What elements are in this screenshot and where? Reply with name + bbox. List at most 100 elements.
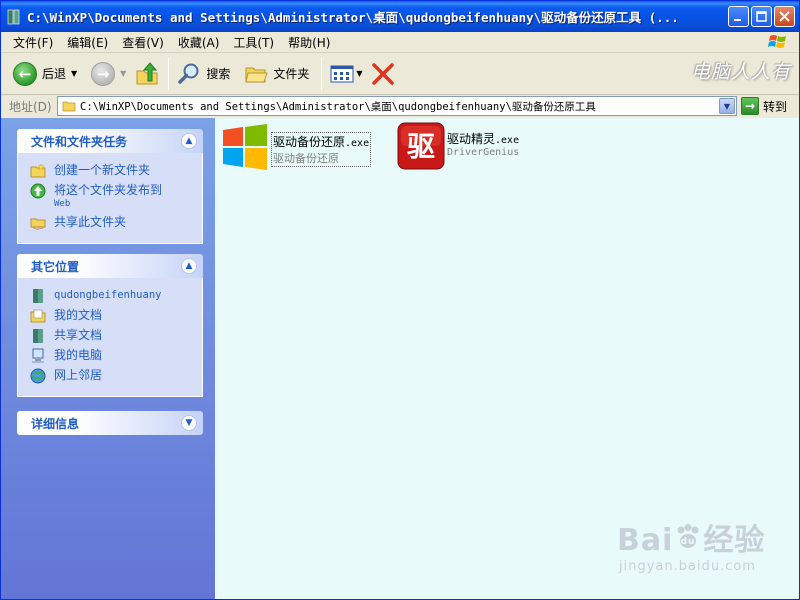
globe-publish-icon (30, 183, 46, 199)
expand-chevron-icon[interactable]: ▼ (181, 415, 197, 431)
task-publish-web[interactable]: 将这个文件夹发布到 Web (30, 183, 194, 211)
forward-dropdown-icon[interactable]: ▼ (120, 69, 126, 78)
folders-icon (245, 67, 269, 82)
file-tasks-group: 文件和文件夹任务 ▲ 创建一个新文件夹 将这个文件夹发布到 Web 共享此文件夹 (17, 129, 203, 244)
close-button[interactable] (774, 6, 795, 27)
file-tasks-body: 创建一个新文件夹 将这个文件夹发布到 Web 共享此文件夹 (17, 153, 203, 244)
watermark-text: 电脑人人有 (691, 61, 792, 83)
file-description: DriverGenius (447, 147, 520, 158)
folder-book-icon (33, 289, 43, 303)
folder-icon (62, 101, 76, 112)
details-header[interactable]: 详细信息 ▼ (17, 411, 203, 435)
other-places-header[interactable]: 其它位置 ▲ (17, 254, 203, 278)
menu-view[interactable]: 查看(V) (115, 34, 171, 51)
title-bar[interactable]: C:\WinXP\Documents and Settings\Administ… (1, 1, 799, 32)
search-label: 搜索 (206, 67, 231, 81)
file-tasks-header[interactable]: 文件和文件夹任务 ▲ (17, 129, 203, 153)
paw-icon: du (677, 524, 699, 548)
toolbar: ← 后退 ▼ → ▼ 搜索 文件夹 ▼ (1, 53, 799, 95)
back-button[interactable]: ← 后退 ▼ (9, 57, 81, 91)
file-description: 驱动备份还原 (273, 152, 339, 165)
minimize-button[interactable] (728, 6, 749, 27)
window-icon (7, 9, 20, 24)
place-label: 网上邻居 (54, 368, 103, 382)
file-item[interactable]: 驱 驱动精灵.exe DriverGenius (397, 122, 519, 170)
forward-arrow-icon: → (91, 61, 116, 86)
folders-label: 文件夹 (273, 67, 310, 81)
delete-button[interactable] (367, 57, 399, 91)
task-label: 创建一个新文件夹 (54, 163, 151, 177)
window-title: C:\WinXP\Documents and Settings\Administ… (27, 10, 679, 25)
collapse-chevron-icon[interactable]: ▲ (181, 133, 197, 149)
place-my-computer[interactable]: 我的电脑 (30, 348, 194, 364)
go-label: 转到 (763, 99, 788, 114)
task-sublabel: Web (54, 199, 71, 209)
place-label: 我的电脑 (54, 348, 103, 362)
place-network[interactable]: 网上邻居 (30, 368, 194, 384)
maximize-icon (756, 11, 767, 22)
new-folder-icon (30, 163, 46, 178)
search-button[interactable]: 搜索 (173, 57, 234, 91)
forward-button[interactable]: → ▼ (87, 57, 130, 91)
file-view[interactable]: 驱动备份还原.exe 驱动备份还原 驱 驱动精灵.exe DriverGeniu… (215, 118, 799, 599)
back-label: 后退 (42, 67, 67, 81)
views-icon (330, 65, 354, 82)
task-pane: 文件和文件夹任务 ▲ 创建一个新文件夹 将这个文件夹发布到 Web 共享此文件夹… (1, 118, 215, 599)
address-dropdown-icon[interactable]: ▼ (719, 98, 735, 114)
back-dropdown-icon[interactable]: ▼ (71, 69, 77, 78)
file-item[interactable]: 驱动备份还原.exe 驱动备份还原 (221, 124, 372, 172)
task-label: 共享此文件夹 (54, 215, 127, 229)
driver-genius-icon: 驱 (397, 122, 445, 170)
place-shared-documents[interactable]: 共享文档 (30, 328, 194, 344)
search-icon (178, 63, 199, 84)
toolbar-separator (168, 57, 170, 90)
svg-text:du: du (681, 537, 696, 547)
place-label: 我的文档 (54, 308, 103, 322)
network-places-icon (30, 368, 46, 384)
menu-help[interactable]: 帮助(H) (281, 34, 337, 51)
windows-flag-icon (768, 35, 786, 48)
place-label: qudongbeifenhuany (54, 289, 162, 301)
shared-documents-icon (33, 329, 43, 343)
menu-file[interactable]: 文件(F) (6, 34, 60, 51)
address-input[interactable]: C:\WinXP\Documents and Settings\Administ… (57, 96, 737, 116)
go-arrow-icon: → (741, 97, 759, 115)
file-name: 驱动精灵.exe (447, 132, 520, 146)
menu-tools[interactable]: 工具(T) (226, 34, 281, 51)
other-places-body: qudongbeifenhuany 我的文档 共享文档 我的电脑 网上邻居 (17, 278, 203, 397)
up-folder-button[interactable] (130, 57, 164, 91)
delete-x-icon (371, 62, 394, 85)
views-button[interactable]: ▼ (326, 57, 366, 91)
views-dropdown-icon: ▼ (356, 69, 363, 78)
minimize-icon (734, 19, 741, 21)
windows-logo-icon (223, 124, 267, 170)
my-computer-icon (32, 348, 44, 363)
task-label: 将这个文件夹发布到 (54, 183, 163, 197)
go-button[interactable]: → 转到 (741, 97, 787, 115)
svg-text:驱: 驱 (407, 130, 435, 163)
watermark-tail: 经验 (703, 523, 766, 558)
address-bar: 地址(D) C:\WinXP\Documents and Settings\Ad… (1, 95, 799, 117)
task-share-folder[interactable]: 共享此文件夹 (30, 215, 194, 231)
share-folder-icon (30, 218, 46, 230)
close-icon (779, 11, 790, 22)
file-labels: 驱动精灵.exe DriverGenius (447, 130, 519, 158)
watermark-url: jingyan.baidu.com (619, 559, 756, 574)
baidu-watermark: Bai du 经验 jingyan.baidu.com (617, 515, 765, 574)
up-folder-icon (136, 61, 158, 84)
menu-edit[interactable]: 编辑(E) (60, 34, 115, 51)
place-my-documents[interactable]: 我的文档 (30, 308, 194, 324)
menu-favorites[interactable]: 收藏(A) (171, 34, 227, 51)
place-parent-folder[interactable]: qudongbeifenhuany (30, 288, 194, 304)
explorer-window: C:\WinXP\Documents and Settings\Administ… (0, 0, 800, 600)
maximize-button[interactable] (751, 6, 772, 27)
details-title: 详细信息 (31, 416, 80, 431)
file-tasks-title: 文件和文件夹任务 (31, 134, 128, 149)
address-label: 地址(D) (9, 99, 52, 114)
collapse-chevron-icon[interactable]: ▲ (181, 258, 197, 274)
file-name: 驱动备份还原.exe (273, 135, 370, 149)
place-label: 共享文档 (54, 328, 103, 342)
folders-button[interactable]: 文件夹 (240, 57, 313, 91)
address-path: C:\WinXP\Documents and Settings\Administ… (80, 100, 596, 113)
task-new-folder[interactable]: 创建一个新文件夹 (30, 163, 194, 179)
